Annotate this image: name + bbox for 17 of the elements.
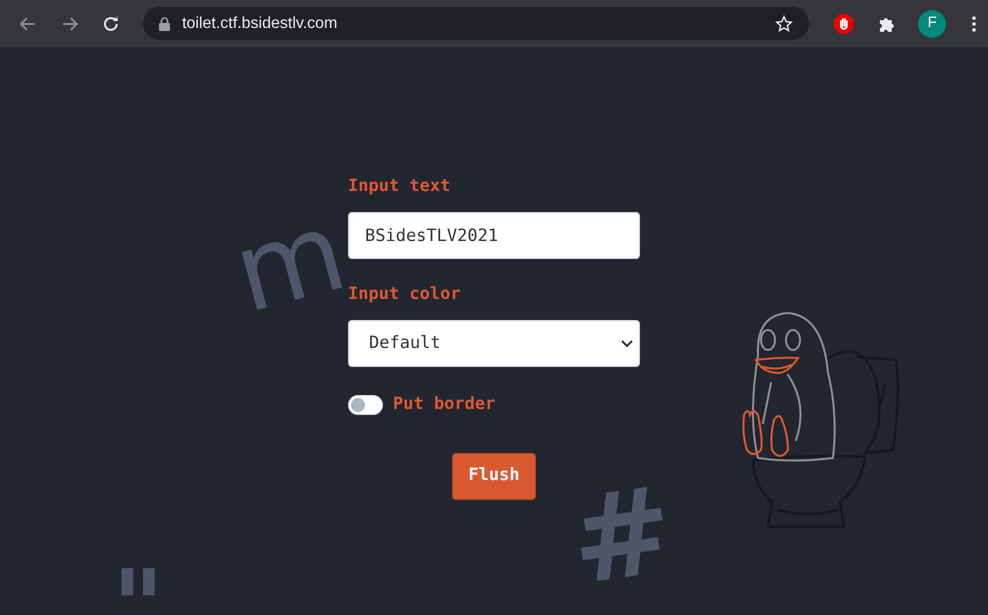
menu-icon[interactable] (972, 16, 976, 32)
input-color-label: Input color (348, 283, 462, 305)
url-text: toilet.ctf.bsidestlv.com (182, 14, 338, 34)
lock-icon (159, 16, 170, 30)
put-border-label: Put border (393, 393, 496, 416)
chevron-down-icon (621, 340, 633, 348)
text-input-field[interactable]: BSidesTLV2021 (348, 212, 640, 259)
border-toggle[interactable] (348, 394, 383, 415)
stop-hand-icon[interactable] (833, 12, 855, 34)
color-select[interactable]: Default (348, 320, 640, 367)
profile-avatar[interactable]: F (918, 10, 946, 38)
flush-button[interactable]: Flush (452, 452, 536, 500)
address-bar[interactable]: toilet.ctf.bsidestlv.com (143, 7, 810, 40)
bookmark-star-icon[interactable] (775, 14, 794, 32)
hash-glyph: # (564, 470, 680, 604)
input-text-label: Input text (348, 175, 452, 197)
quote-glyph: " (112, 557, 164, 615)
